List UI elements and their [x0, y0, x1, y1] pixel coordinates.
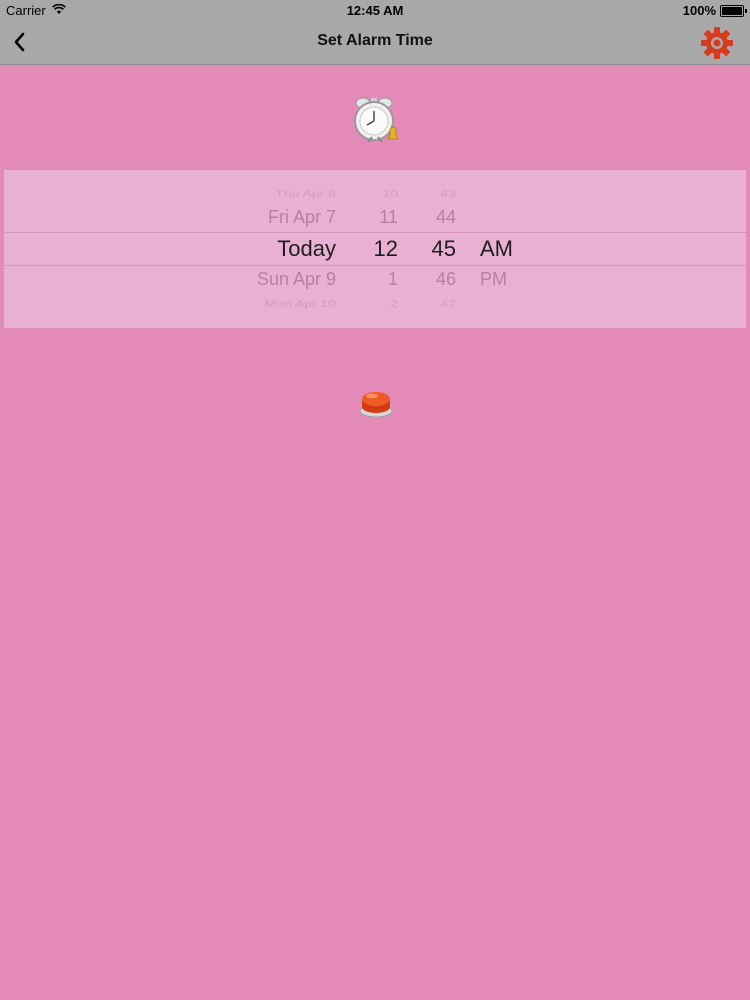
picker-date-option[interactable]: Thu Apr 6 — [196, 187, 336, 199]
status-bar: Carrier 12:45 AM 100% — [0, 0, 750, 20]
picker-hour-option[interactable]: 2 — [338, 297, 398, 309]
picker-date-option[interactable]: Mon Apr 10 — [196, 297, 336, 309]
date-time-picker[interactable]: Thu Apr 6 10 43 Fri Apr 7 11 44 Today 12… — [4, 170, 746, 328]
picker-date-option[interactable]: Fri Apr 7 — [196, 207, 336, 228]
picker-minute-option[interactable]: 47 — [396, 297, 456, 309]
battery-percentage: 100% — [682, 3, 716, 18]
picker-date-option[interactable]: Sun Apr 9 — [196, 269, 336, 290]
picker-date-selected[interactable]: Today — [196, 236, 336, 262]
red-button-icon — [359, 392, 393, 418]
picker-minute-option[interactable]: 46 — [396, 269, 456, 290]
gear-icon — [701, 27, 733, 59]
battery-icon — [720, 5, 747, 17]
status-time: 12:45 AM — [346, 3, 404, 18]
picker-hour-option[interactable]: 10 — [338, 187, 398, 199]
picker-hour-selected[interactable]: 12 — [338, 236, 398, 262]
picker-minute-option[interactable]: 43 — [396, 187, 456, 199]
settings-button[interactable] — [700, 26, 734, 60]
navigation-bar: Set Alarm Time — [0, 20, 750, 65]
picker-hour-option[interactable]: 1 — [338, 269, 398, 290]
picker-ampm-option[interactable]: PM — [480, 269, 540, 290]
picker-ampm-selected[interactable]: AM — [480, 236, 540, 262]
picker-hour-option[interactable]: 11 — [338, 207, 398, 228]
page-title: Set Alarm Time — [317, 32, 433, 49]
set-alarm-button[interactable] — [358, 385, 394, 419]
picker-minute-selected[interactable]: 45 — [396, 236, 456, 262]
picker-minute-option[interactable]: 44 — [396, 207, 456, 228]
alarm-clock-icon — [354, 97, 399, 143]
